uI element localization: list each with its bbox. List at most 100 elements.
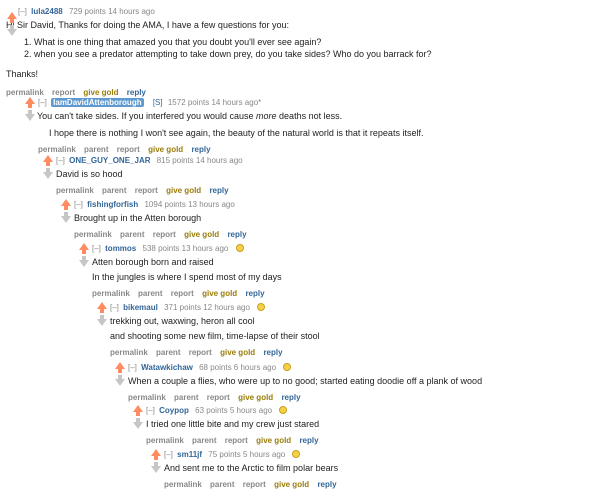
collapse-toggle[interactable]: [–] (128, 363, 137, 372)
parent-button[interactable]: parent (120, 230, 144, 239)
collapse-toggle[interactable]: [–] (38, 98, 47, 107)
report-button[interactable]: report (189, 348, 212, 357)
comment-buttons: permalink parent report give gold reply (56, 185, 592, 196)
downvote-arrow-icon[interactable] (132, 418, 144, 429)
reply-button[interactable]: reply (299, 436, 318, 445)
comment-body: You can't take sides. If you interfered … (37, 110, 592, 140)
collapse-toggle[interactable]: [–] (74, 200, 83, 209)
parent-button[interactable]: parent (210, 480, 234, 489)
parent-button[interactable]: parent (174, 393, 198, 402)
parent-button[interactable]: parent (84, 145, 108, 154)
vote-arrows (150, 449, 162, 473)
comment-buttons: permalink parent report give gold reply (128, 392, 592, 403)
gilded-icon (279, 406, 288, 414)
downvote-arrow-icon[interactable] (78, 256, 90, 267)
parent-button[interactable]: parent (192, 436, 216, 445)
report-button[interactable]: report (153, 230, 176, 239)
parent-button[interactable]: parent (156, 348, 180, 357)
downvote-arrow-icon[interactable] (150, 462, 162, 473)
comment-tagline: [–] tommos 538 points 13 hours ago (92, 243, 592, 254)
give-gold-button[interactable]: give gold (220, 348, 255, 357)
upvote-arrow-icon[interactable] (6, 12, 18, 23)
report-button[interactable]: report (52, 88, 75, 97)
author-link[interactable]: tommos (105, 244, 136, 253)
collapse-toggle[interactable]: [–] (18, 7, 27, 16)
give-gold-button[interactable]: give gold (238, 393, 273, 402)
give-gold-button[interactable]: give gold (274, 480, 309, 489)
give-gold-button[interactable]: give gold (148, 145, 183, 154)
parent-button[interactable]: parent (102, 186, 126, 195)
upvote-arrow-icon[interactable] (60, 199, 72, 210)
downvote-arrow-icon[interactable] (60, 212, 72, 223)
permalink-button[interactable]: permalink (6, 88, 44, 97)
give-gold-button[interactable]: give gold (83, 88, 118, 97)
permalink-button[interactable]: permalink (92, 289, 130, 298)
downvote-arrow-icon[interactable] (96, 315, 108, 326)
author-link[interactable]: Watawkichaw (141, 363, 193, 372)
author-link[interactable]: sm11jf (177, 450, 202, 459)
reply-button[interactable]: reply (191, 145, 210, 154)
report-button[interactable]: report (117, 145, 140, 154)
author-link[interactable]: ONE_GUY_ONE_JAR (69, 156, 150, 165)
downvote-arrow-icon[interactable] (114, 375, 126, 386)
comment-text: And sent me to the Arctic to film polar … (164, 463, 339, 473)
reply-button[interactable]: reply (317, 480, 336, 489)
comment-text: and shooting some new film, time-lapse o… (110, 331, 320, 341)
permalink-button[interactable]: permalink (38, 145, 76, 154)
give-gold-button[interactable]: give gold (184, 230, 219, 239)
upvote-arrow-icon[interactable] (96, 302, 108, 313)
permalink-button[interactable]: permalink (56, 186, 94, 195)
reply-button[interactable]: reply (127, 88, 146, 97)
parent-button[interactable]: parent (138, 289, 162, 298)
reply-button[interactable]: reply (245, 289, 264, 298)
reply-button[interactable]: reply (227, 230, 246, 239)
upvote-arrow-icon[interactable] (42, 155, 54, 166)
author-link[interactable]: bikemaul (123, 303, 158, 312)
downvote-arrow-icon[interactable] (6, 25, 18, 36)
author-link[interactable]: lula2488 (31, 7, 63, 16)
downvote-arrow-icon[interactable] (42, 168, 54, 179)
reply-button[interactable]: reply (209, 186, 228, 195)
give-gold-button[interactable]: give gold (256, 436, 291, 445)
collapse-toggle[interactable]: [–] (164, 450, 173, 459)
comment-watawkichaw: [–] Watawkichaw 68 points 6 hours ago Wh… (114, 362, 592, 403)
reply-button[interactable]: reply (281, 393, 300, 402)
author-link[interactable]: IamDavidAttenborough (51, 98, 144, 107)
submitter-flair: [S] (152, 98, 163, 107)
permalink-button[interactable]: permalink (128, 393, 166, 402)
upvote-arrow-icon[interactable] (150, 449, 162, 460)
permalink-button[interactable]: permalink (146, 436, 184, 445)
report-button[interactable]: report (135, 186, 158, 195)
comment-iamdavidattenborough: [–] IamDavidAttenborough [S] 1572 points… (24, 97, 592, 155)
collapse-toggle[interactable]: [–] (146, 406, 155, 415)
comment-text: You can't take sides. If you interfered … (37, 111, 343, 121)
upvote-arrow-icon[interactable] (114, 362, 126, 373)
author-link[interactable]: Coypop (159, 406, 189, 415)
report-button[interactable]: report (171, 289, 194, 298)
report-button[interactable]: report (207, 393, 230, 402)
give-gold-button[interactable]: give gold (166, 186, 201, 195)
upvote-arrow-icon[interactable] (24, 97, 36, 108)
give-gold-button[interactable]: give gold (202, 289, 237, 298)
downvote-arrow-icon[interactable] (24, 110, 36, 121)
permalink-button[interactable]: permalink (164, 480, 202, 489)
report-button[interactable]: report (225, 436, 248, 445)
permalink-button[interactable]: permalink (74, 230, 112, 239)
collapse-toggle[interactable]: [–] (110, 303, 119, 312)
permalink-button[interactable]: permalink (110, 348, 148, 357)
comment-tagline: [–] Coypop 63 points 5 hours ago (146, 405, 592, 416)
collapse-toggle[interactable]: [–] (92, 244, 101, 253)
timestamp: 5 hours ago (229, 406, 273, 415)
author-link[interactable]: fishingforfish (87, 200, 138, 209)
score: 1094 points (144, 200, 186, 209)
gilded-icon (235, 244, 244, 252)
comment-buttons: permalink parent report give gold reply (110, 347, 592, 358)
upvote-arrow-icon[interactable] (132, 405, 144, 416)
collapse-toggle[interactable]: [–] (56, 156, 65, 165)
reply-button[interactable]: reply (263, 348, 282, 357)
report-button[interactable]: report (243, 480, 266, 489)
upvote-arrow-icon[interactable] (78, 243, 90, 254)
timestamp: 14 hours ago (108, 7, 155, 16)
timestamp: 12 hours ago (203, 303, 250, 312)
timestamp: 14 hours ago* (211, 98, 262, 107)
